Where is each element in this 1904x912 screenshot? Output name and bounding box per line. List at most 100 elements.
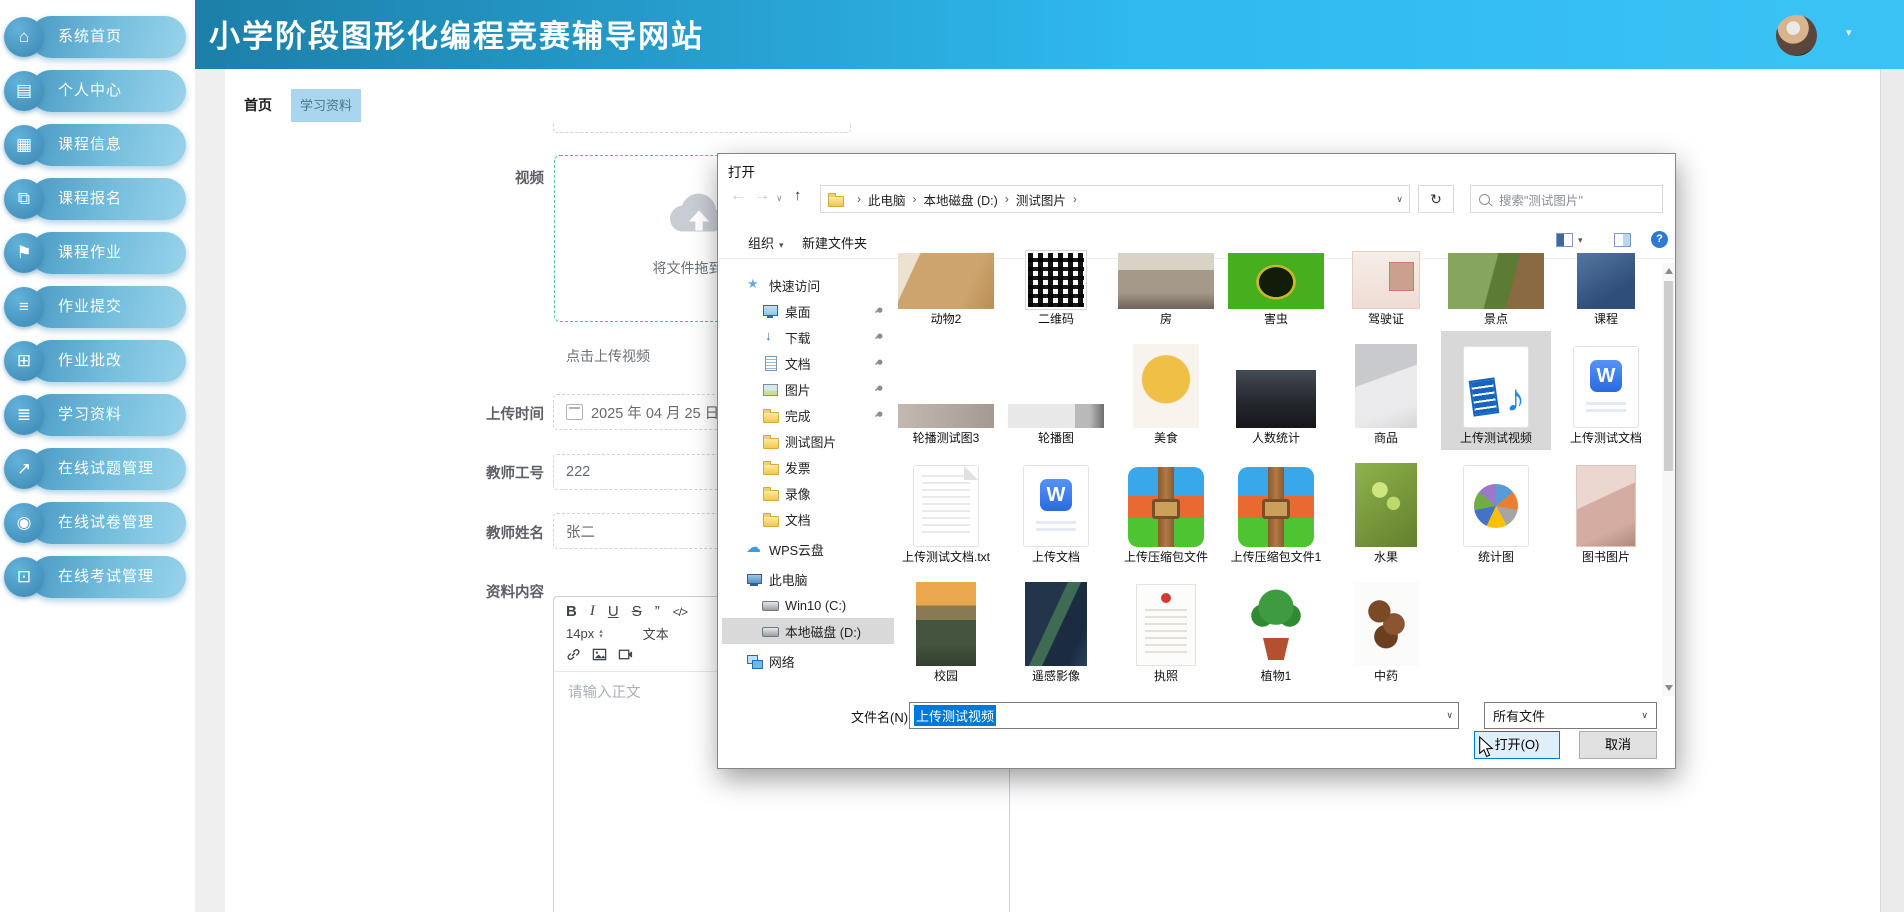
font-size-value[interactable]: 14px xyxy=(566,626,594,641)
tree-item[interactable]: 网络 xyxy=(722,648,894,674)
history-chevron-icon[interactable]: ∨ xyxy=(776,193,783,204)
sidebar-item[interactable]: ⌂ 系统首页 xyxy=(0,16,186,58)
tree-item[interactable]: 完成 xyxy=(722,402,894,428)
code-button[interactable]: </> xyxy=(673,603,687,620)
sidebar-item[interactable]: ▦ 课程信息 xyxy=(0,124,186,166)
video-icon[interactable] xyxy=(618,647,633,662)
file-item[interactable]: 上传测试视频 xyxy=(1441,331,1551,450)
image-icon[interactable] xyxy=(592,647,607,662)
avatar[interactable] xyxy=(1776,15,1817,56)
tree-item[interactable]: 发票 xyxy=(722,454,894,480)
tree-item[interactable]: 文档 xyxy=(722,506,894,532)
bold-button[interactable]: B xyxy=(566,603,577,620)
file-list-scrollbar[interactable] xyxy=(1662,263,1675,696)
file-item[interactable]: 人数统计 xyxy=(1221,331,1331,450)
file-item[interactable]: 害虫 xyxy=(1221,212,1331,331)
file-item[interactable]: 上传压缩包文件 xyxy=(1111,450,1221,569)
folder-icon xyxy=(827,191,843,207)
file-item[interactable]: 课程 xyxy=(1551,212,1661,331)
sidebar-item[interactable]: ⧉ 课程报名 xyxy=(0,178,186,220)
breadcrumb-this-pc[interactable]: 此电脑 xyxy=(868,190,906,209)
filename-dropdown-icon[interactable]: ∨ xyxy=(1446,710,1453,721)
refresh-icon[interactable]: ↻ xyxy=(1418,185,1454,213)
file-item[interactable]: 上传文档 xyxy=(1001,450,1111,569)
scroll-up-icon[interactable] xyxy=(1665,268,1673,274)
sidebar-item[interactable]: ↗ 在线试题管理 xyxy=(0,448,186,490)
tree-item[interactable]: 图片 xyxy=(722,376,894,402)
link-icon[interactable] xyxy=(566,647,581,662)
page-scrollbar[interactable] xyxy=(1880,69,1904,912)
breadcrumb-drive-d[interactable]: 本地磁盘 (D:) xyxy=(924,190,998,209)
tree-item[interactable]: 桌面 xyxy=(722,298,894,324)
file-item[interactable]: 商品 xyxy=(1331,331,1441,450)
tree-item[interactable]: Win10 (C:) xyxy=(722,592,894,618)
italic-button[interactable]: I xyxy=(590,603,595,620)
file-name-label: 害虫 xyxy=(1264,312,1288,327)
file-item[interactable]: 上传压缩包文件1 xyxy=(1221,450,1331,569)
step-down-icon[interactable]: ▾ xyxy=(599,634,603,639)
filetype-select[interactable]: 所有文件 ∨ xyxy=(1484,702,1657,729)
sidebar-item-icon: ≣ xyxy=(4,395,44,435)
breadcrumb[interactable]: › 此电脑 › 本地磁盘 (D:) › 测试图片 › ∨ xyxy=(820,185,1410,213)
back-icon[interactable]: ← xyxy=(730,187,746,205)
content-left-gutter xyxy=(195,69,225,912)
sidebar-item[interactable]: ◉ 在线试卷管理 xyxy=(0,502,186,544)
tree-item[interactable]: 快速访问 xyxy=(722,272,894,298)
quote-button[interactable]: ” xyxy=(655,603,660,620)
tree-item[interactable]: 本地磁盘 (D:) xyxy=(722,618,894,644)
file-item[interactable]: 美食 xyxy=(1111,331,1221,450)
underline-button[interactable]: U xyxy=(608,603,619,620)
file-item[interactable]: 水果 xyxy=(1331,450,1441,569)
tab-learning-material[interactable]: 学习资料 xyxy=(291,89,361,122)
new-folder-button[interactable]: 新建文件夹 xyxy=(802,233,867,252)
file-item[interactable]: 轮播测试图3 xyxy=(891,331,1001,450)
file-item[interactable]: 景点 xyxy=(1441,212,1551,331)
font-size-stepper[interactable]: ▴ ▾ xyxy=(599,629,603,639)
tab-home[interactable]: 首页 xyxy=(233,89,283,122)
tree-item[interactable]: 下载 xyxy=(722,324,894,350)
file-item[interactable]: 房 xyxy=(1111,212,1221,331)
sidebar-item-pill: 作业提交 xyxy=(30,286,186,328)
tree-item[interactable]: WPS云盘 xyxy=(722,536,894,562)
file-item[interactable]: 驾驶证 xyxy=(1331,212,1441,331)
file-item[interactable]: 上传测试文档 xyxy=(1551,331,1661,450)
scrollbar-thumb[interactable] xyxy=(1664,281,1673,471)
search-input[interactable]: 搜索"测试图片" xyxy=(1470,185,1663,213)
file-item[interactable]: 轮播图 xyxy=(1001,331,1111,450)
breadcrumb-test-images[interactable]: 测试图片 xyxy=(1016,190,1066,209)
file-item[interactable]: 中药 xyxy=(1331,569,1441,688)
tree-item[interactable]: 此电脑 xyxy=(722,566,894,592)
forward-icon[interactable]: → xyxy=(754,187,770,205)
sidebar-item[interactable]: ≡ 作业提交 xyxy=(0,286,186,328)
address-dropdown-icon[interactable]: ∨ xyxy=(1396,194,1403,205)
file-item[interactable]: 执照 xyxy=(1111,569,1221,688)
file-item[interactable]: 统计图 xyxy=(1441,450,1551,569)
sidebar-item[interactable]: ▤ 个人中心 xyxy=(0,70,186,112)
up-icon[interactable]: ↑ xyxy=(794,187,802,204)
sidebar-item[interactable]: ⊞ 作业批改 xyxy=(0,340,186,382)
tree-item[interactable]: 录像 xyxy=(722,480,894,506)
file-item[interactable]: 二维码 xyxy=(1001,212,1111,331)
sidebar-item-label: 课程信息 xyxy=(30,124,186,166)
sidebar-item[interactable]: ⚑ 课程作业 xyxy=(0,232,186,274)
file-item[interactable]: 动物2 xyxy=(891,212,1001,331)
chevron-down-icon[interactable]: ▾ xyxy=(1846,26,1852,39)
sidebar-item[interactable]: ≣ 学习资料 xyxy=(0,394,186,436)
tree-item-icon xyxy=(762,329,778,345)
sidebar-item[interactable]: ⊡ 在线考试管理 xyxy=(0,556,186,598)
text-style-button[interactable]: 文本 xyxy=(643,624,669,643)
organize-button[interactable]: 组织▾ xyxy=(748,233,784,252)
file-item[interactable]: 遥感影像 xyxy=(1001,569,1111,688)
file-thumbnail xyxy=(1026,251,1086,309)
tree-item[interactable]: 文档 xyxy=(722,350,894,376)
scroll-down-icon[interactable] xyxy=(1665,685,1673,691)
header: 小学阶段图形化编程竞赛辅导网站 ▾ xyxy=(195,0,1904,69)
strikethrough-button[interactable]: S xyxy=(632,603,642,620)
file-item[interactable]: 校园 xyxy=(891,569,1001,688)
tree-item[interactable]: 测试图片 xyxy=(722,428,894,454)
filename-input[interactable]: 上传测试视频 ∨ xyxy=(909,702,1459,729)
file-item[interactable]: 上传测试文档.txt xyxy=(891,450,1001,569)
cancel-button[interactable]: 取消 xyxy=(1579,731,1657,759)
file-item[interactable]: 图书图片 xyxy=(1551,450,1661,569)
file-item[interactable]: 植物1 xyxy=(1221,569,1331,688)
